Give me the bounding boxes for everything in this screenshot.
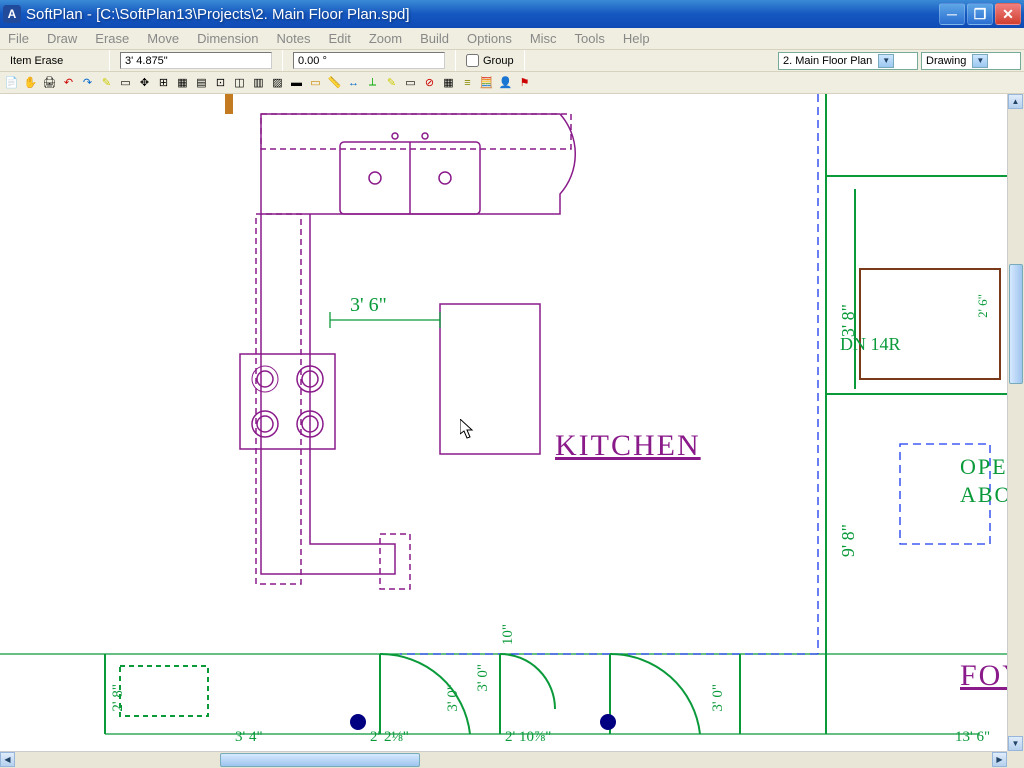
tool-icon[interactable]: ↔ bbox=[345, 74, 362, 91]
menu-help[interactable]: Help bbox=[623, 31, 650, 46]
menu-dimension[interactable]: Dimension bbox=[197, 31, 258, 46]
dim-text: 9' 8" bbox=[838, 524, 859, 557]
tool-icon[interactable]: ▥ bbox=[250, 74, 267, 91]
tool-icon[interactable]: 📄 bbox=[3, 74, 20, 91]
scroll-thumb[interactable] bbox=[220, 753, 420, 767]
group-label: Group bbox=[483, 55, 514, 67]
scroll-down-icon[interactable]: ▼ bbox=[1008, 736, 1023, 751]
status-bar: Item Erase Group 2. Main Floor Plan ▼ Dr… bbox=[0, 50, 1024, 72]
tool-icon[interactable]: ◫ bbox=[231, 74, 248, 91]
dim-text: 3' 0" bbox=[445, 684, 462, 712]
tool-icon[interactable]: ≡ bbox=[459, 74, 476, 91]
dim-text: 2' 2⅛" bbox=[370, 729, 409, 746]
tool-icon[interactable]: 🖨 bbox=[41, 74, 58, 91]
dim-text: 3' 8" bbox=[838, 304, 859, 337]
app-icon: A bbox=[3, 5, 21, 23]
scroll-right-icon[interactable]: ▶ bbox=[992, 752, 1007, 767]
stair-label: DN 14R bbox=[840, 334, 901, 355]
menu-notes[interactable]: Notes bbox=[276, 31, 310, 46]
tool-icon[interactable]: 🧮 bbox=[478, 74, 495, 91]
menu-edit[interactable]: Edit bbox=[328, 31, 350, 46]
chevron-down-icon: ▼ bbox=[878, 54, 894, 68]
dim-text: 3' 4" bbox=[235, 729, 263, 746]
tool-icon[interactable]: ✎ bbox=[98, 74, 115, 91]
dim-text: 10" bbox=[500, 624, 517, 645]
menu-draw[interactable]: Draw bbox=[47, 31, 77, 46]
tool-icon[interactable]: ▦ bbox=[174, 74, 191, 91]
menu-zoom[interactable]: Zoom bbox=[369, 31, 402, 46]
tool-icon[interactable]: ✥ bbox=[136, 74, 153, 91]
menu-move[interactable]: Move bbox=[147, 31, 179, 46]
vertical-scrollbar[interactable]: ▲ ▼ bbox=[1007, 94, 1024, 751]
file-path: [C:\SoftPlan13\Projects\2. Main Floor Pl… bbox=[96, 6, 409, 23]
group-checkbox[interactable] bbox=[466, 54, 479, 67]
measure-input[interactable] bbox=[120, 52, 272, 69]
menubar: File Draw Erase Move Dimension Notes Edi… bbox=[0, 28, 1024, 50]
horizontal-scrollbar[interactable]: ◀ ▶ bbox=[0, 751, 1007, 768]
tool-icon[interactable]: ↶ bbox=[60, 74, 77, 91]
plan-select-value: 2. Main Floor Plan bbox=[783, 55, 872, 67]
tool-icon[interactable]: ⟂ bbox=[364, 74, 381, 91]
tool-icon[interactable]: ⊘ bbox=[421, 74, 438, 91]
menu-erase[interactable]: Erase bbox=[95, 31, 129, 46]
tool-icon[interactable]: ⚑ bbox=[516, 74, 533, 91]
maximize-button[interactable]: ❐ bbox=[967, 3, 993, 25]
tool-icon[interactable]: ✋ bbox=[22, 74, 39, 91]
tool-icon[interactable]: 📏 bbox=[326, 74, 343, 91]
scroll-up-icon[interactable]: ▲ bbox=[1008, 94, 1023, 109]
menu-misc[interactable]: Misc bbox=[530, 31, 557, 46]
room-label-kitchen: KITCHEN bbox=[555, 429, 701, 463]
dim-text: 2' 8" bbox=[110, 684, 127, 712]
drawing-canvas[interactable]: KITCHEN FOY OPE ABO 3' 6" 3' 8" 9' 8" 2'… bbox=[0, 94, 1024, 751]
dim-text: 2' 10⅞" bbox=[505, 729, 551, 746]
close-button[interactable]: ✕ bbox=[995, 3, 1021, 25]
chevron-down-icon: ▼ bbox=[972, 54, 988, 68]
mode-select[interactable]: Drawing ▼ bbox=[921, 52, 1021, 70]
tool-icon[interactable]: ▦ bbox=[440, 74, 457, 91]
menu-file[interactable]: File bbox=[8, 31, 29, 46]
menu-build[interactable]: Build bbox=[420, 31, 449, 46]
node-icon bbox=[350, 714, 366, 730]
node-icon bbox=[600, 714, 616, 730]
tool-icon[interactable]: ⊞ bbox=[155, 74, 172, 91]
tool-icon[interactable]: ▨ bbox=[269, 74, 286, 91]
toolbar: 📄 ✋ 🖨 ↶ ↷ ✎ ▭ ✥ ⊞ ▦ ▤ ⊡ ◫ ▥ ▨ ▬ ▭ 📏 ↔ ⟂ … bbox=[0, 72, 1024, 94]
window-title: SoftPlan - [C:\SoftPlan13\Projects\2. Ma… bbox=[26, 6, 939, 23]
tool-icon[interactable]: ⊡ bbox=[212, 74, 229, 91]
angle-input[interactable] bbox=[293, 52, 445, 69]
tool-icon[interactable]: ▭ bbox=[307, 74, 324, 91]
dim-text: 3' 0" bbox=[475, 664, 492, 692]
dim-text: 3' 6" bbox=[350, 294, 387, 317]
dim-text: 13' 6" bbox=[955, 729, 990, 746]
app-name: SoftPlan bbox=[26, 6, 83, 23]
minimize-button[interactable]: ─ bbox=[939, 3, 965, 25]
plan-select[interactable]: 2. Main Floor Plan ▼ bbox=[778, 52, 918, 70]
scroll-left-icon[interactable]: ◀ bbox=[0, 752, 15, 767]
tool-icon[interactable]: ✎ bbox=[383, 74, 400, 91]
menu-options[interactable]: Options bbox=[467, 31, 512, 46]
tool-icon[interactable]: ▤ bbox=[193, 74, 210, 91]
tool-icon[interactable]: ▭ bbox=[402, 74, 419, 91]
label-open: OPE bbox=[960, 454, 1008, 480]
mode-select-value: Drawing bbox=[926, 55, 966, 67]
mode-label: Item Erase bbox=[0, 50, 110, 71]
titlebar: A SoftPlan - [C:\SoftPlan13\Projects\2. … bbox=[0, 0, 1024, 28]
tool-icon[interactable]: ▭ bbox=[117, 74, 134, 91]
cursor-icon bbox=[460, 419, 474, 439]
scroll-corner bbox=[1007, 751, 1024, 768]
tool-icon[interactable]: ▬ bbox=[288, 74, 305, 91]
scroll-thumb[interactable] bbox=[1009, 264, 1023, 384]
tool-icon[interactable]: ↷ bbox=[79, 74, 96, 91]
tool-icon[interactable]: 👤 bbox=[497, 74, 514, 91]
label-above: ABO bbox=[960, 482, 1012, 508]
dim-text: 3' 0" bbox=[710, 684, 727, 712]
menu-tools[interactable]: Tools bbox=[575, 31, 605, 46]
dim-text: 2' 6" bbox=[975, 294, 991, 318]
